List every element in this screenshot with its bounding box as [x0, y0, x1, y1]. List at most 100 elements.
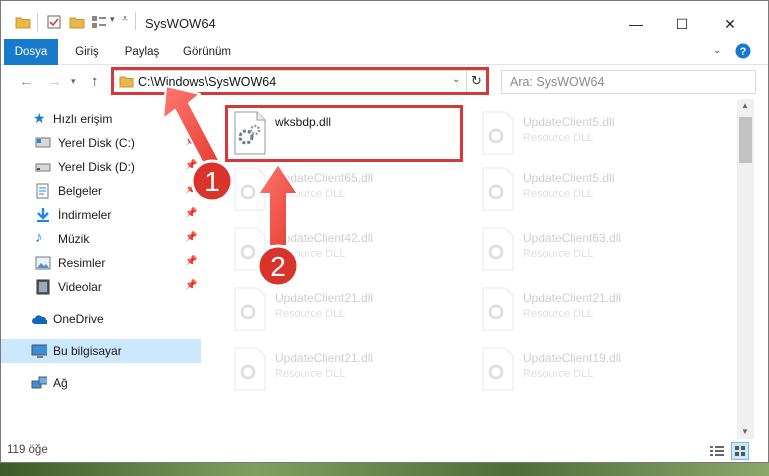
- nav-item-downloads[interactable]: İndirmeler 📌: [1, 203, 201, 227]
- file-item[interactable]: UpdateClient5.dll Resource DLL: [475, 163, 715, 215]
- up-icon[interactable]: ↑: [91, 73, 99, 90]
- file-list: wksbdp.dll UpdateClient65.dll Resource D…: [207, 99, 737, 439]
- file-name: UpdateClient65.dll: [275, 171, 374, 185]
- maximize-button[interactable]: ☐: [659, 9, 705, 39]
- file-item[interactable]: UpdateClient65.dll Resource DLL: [227, 163, 467, 215]
- scroll-thumb[interactable]: [739, 117, 752, 163]
- file-type: Resource DLL: [275, 308, 346, 320]
- nav-item-music[interactable]: ♪ Müzik 📌: [1, 227, 201, 251]
- folder-icon[interactable]: [15, 15, 31, 29]
- dll-file-icon: [234, 167, 266, 211]
- nav-label: Müzik: [58, 232, 90, 246]
- dll-file-icon: [482, 167, 514, 211]
- scroll-down-icon[interactable]: ▼: [741, 427, 749, 436]
- nav-label: OneDrive: [53, 312, 104, 326]
- tab-file[interactable]: Dosya: [4, 39, 58, 65]
- file-name: UpdateClient21.dll: [275, 291, 374, 305]
- dll-file-icon: [234, 227, 266, 271]
- pin-icon: 📌: [185, 160, 198, 171]
- new-folder-icon[interactable]: [69, 15, 85, 29]
- nav-this-pc[interactable]: Bu bilgisayar: [1, 339, 201, 363]
- file-item[interactable]: UpdateClient19.dll Resource DLL: [475, 343, 715, 395]
- file-type: Resource DLL: [523, 368, 594, 380]
- documents-icon: [36, 183, 49, 199]
- nav-network[interactable]: Ağ: [1, 371, 201, 395]
- file-type: Resource DLL: [275, 368, 346, 380]
- minimize-button[interactable]: —: [613, 9, 659, 39]
- file-name: UpdateClient5.dll: [523, 115, 615, 129]
- nav-item-disk-c[interactable]: Yerel Disk (C:) 📌: [1, 131, 201, 155]
- chevron-down-icon[interactable]: ⌄: [452, 74, 460, 85]
- navigation-pane: ★ Hızlı erişim Yerel Disk (C:) 📌 Yerel D…: [1, 99, 207, 439]
- file-item[interactable]: UpdateClient21.dll Resource DLL: [475, 283, 715, 335]
- properties-icon[interactable]: [47, 15, 61, 29]
- nav-quick-access[interactable]: ★ Hızlı erişim: [1, 107, 201, 131]
- address-bar[interactable]: C:\Windows\SysWOW64 ⌄ ↻: [113, 70, 487, 94]
- pin-icon: 📌: [185, 184, 198, 195]
- pin-icon: 📌: [185, 232, 198, 243]
- explorer-window: ▾ ⩡ SysWOW64 — ☐ ✕ Dosya Giriş Paylaş Gö…: [0, 0, 769, 463]
- nav-item-documents[interactable]: Belgeler 📌: [1, 179, 201, 203]
- file-name: UpdateClient19.dll: [523, 351, 622, 365]
- file-type: Resource DLL: [523, 132, 594, 144]
- address-path[interactable]: C:\Windows\SysWOW64: [138, 75, 276, 89]
- file-type: Resource DLL: [523, 308, 594, 320]
- file-item[interactable]: UpdateClient21.dll Resource DLL: [227, 283, 467, 335]
- customize-view-icon[interactable]: [91, 15, 107, 29]
- file-name: UpdateClient63.dll: [523, 231, 622, 245]
- pin-icon: 📌: [185, 280, 198, 291]
- title-bar: ▾ ⩡ SysWOW64 — ☐ ✕: [1, 1, 768, 41]
- nav-label: Videolar: [58, 280, 102, 294]
- address-row: ← → ▾ ↑ C:\Windows\SysWOW64 ⌄ ↻ Ara: Sys…: [1, 65, 768, 99]
- tab-share[interactable]: Paylaş: [119, 39, 165, 65]
- nav-item-pictures[interactable]: Resimler 📌: [1, 251, 201, 275]
- tab-home[interactable]: Giriş: [67, 39, 107, 65]
- tab-view[interactable]: Görünüm: [177, 39, 237, 65]
- svg-text:?: ?: [740, 46, 747, 58]
- dll-file-icon: [482, 287, 514, 331]
- file-item-selected[interactable]: wksbdp.dll: [227, 107, 467, 159]
- nav-label: Bu bilgisayar: [53, 344, 122, 358]
- cloud-icon: [32, 315, 47, 324]
- dll-file-icon: [234, 111, 266, 155]
- chevron-down-icon[interactable]: ▾: [110, 14, 115, 25]
- nav-label: Hızlı erişim: [53, 112, 113, 126]
- expand-ribbon-icon[interactable]: ⌄: [713, 45, 721, 56]
- recent-locations-icon[interactable]: ▾: [71, 76, 76, 87]
- back-icon[interactable]: ←: [19, 73, 34, 90]
- downloads-icon: [37, 208, 49, 222]
- file-item[interactable]: UpdateClient5.dll Resource DLL: [475, 107, 715, 159]
- scroll-up-icon[interactable]: ▲: [741, 101, 749, 110]
- computer-icon: [31, 344, 47, 358]
- folder-icon: [119, 76, 134, 88]
- nav-onedrive[interactable]: OneDrive: [1, 307, 201, 331]
- quick-access-toolbar-dropdown-icon[interactable]: ⩡: [122, 13, 128, 26]
- separator: [37, 13, 38, 31]
- file-type: Resource DLL: [275, 188, 346, 200]
- nav-label: Belgeler: [58, 184, 103, 198]
- search-placeholder: Ara: SysWOW64: [510, 75, 605, 89]
- vertical-scrollbar[interactable]: ▲ ▼: [737, 99, 754, 439]
- close-button[interactable]: ✕: [707, 9, 753, 39]
- file-item[interactable]: UpdateClient21.dll Resource DLL: [227, 343, 467, 395]
- refresh-icon[interactable]: ↻: [471, 73, 482, 89]
- videos-icon: [36, 279, 50, 295]
- nav-label: İndirmeler: [58, 208, 112, 222]
- search-input[interactable]: Ara: SysWOW64: [501, 70, 756, 94]
- nav-item-videos[interactable]: Videolar 📌: [1, 275, 201, 299]
- status-bar: 119 öğe: [1, 439, 768, 462]
- large-icons-view-icon[interactable]: [731, 442, 749, 460]
- file-type: Resource DLL: [275, 248, 346, 260]
- file-item[interactable]: UpdateClient42.dll Resource DLL: [227, 223, 467, 275]
- file-type: Resource DLL: [523, 188, 594, 200]
- nav-item-disk-d[interactable]: Yerel Disk (D:) 📌: [1, 155, 201, 179]
- pin-icon: 📌: [185, 208, 198, 219]
- nav-label: Resimler: [58, 256, 106, 270]
- file-item[interactable]: UpdateClient63.dll Resource DLL: [475, 223, 715, 275]
- file-name: UpdateClient21.dll: [523, 291, 622, 305]
- forward-icon[interactable]: →: [47, 73, 62, 90]
- details-view-icon[interactable]: [709, 444, 725, 458]
- dll-file-icon: [482, 227, 514, 271]
- file-type: Resource DLL: [523, 248, 594, 260]
- help-icon[interactable]: ?: [735, 43, 751, 59]
